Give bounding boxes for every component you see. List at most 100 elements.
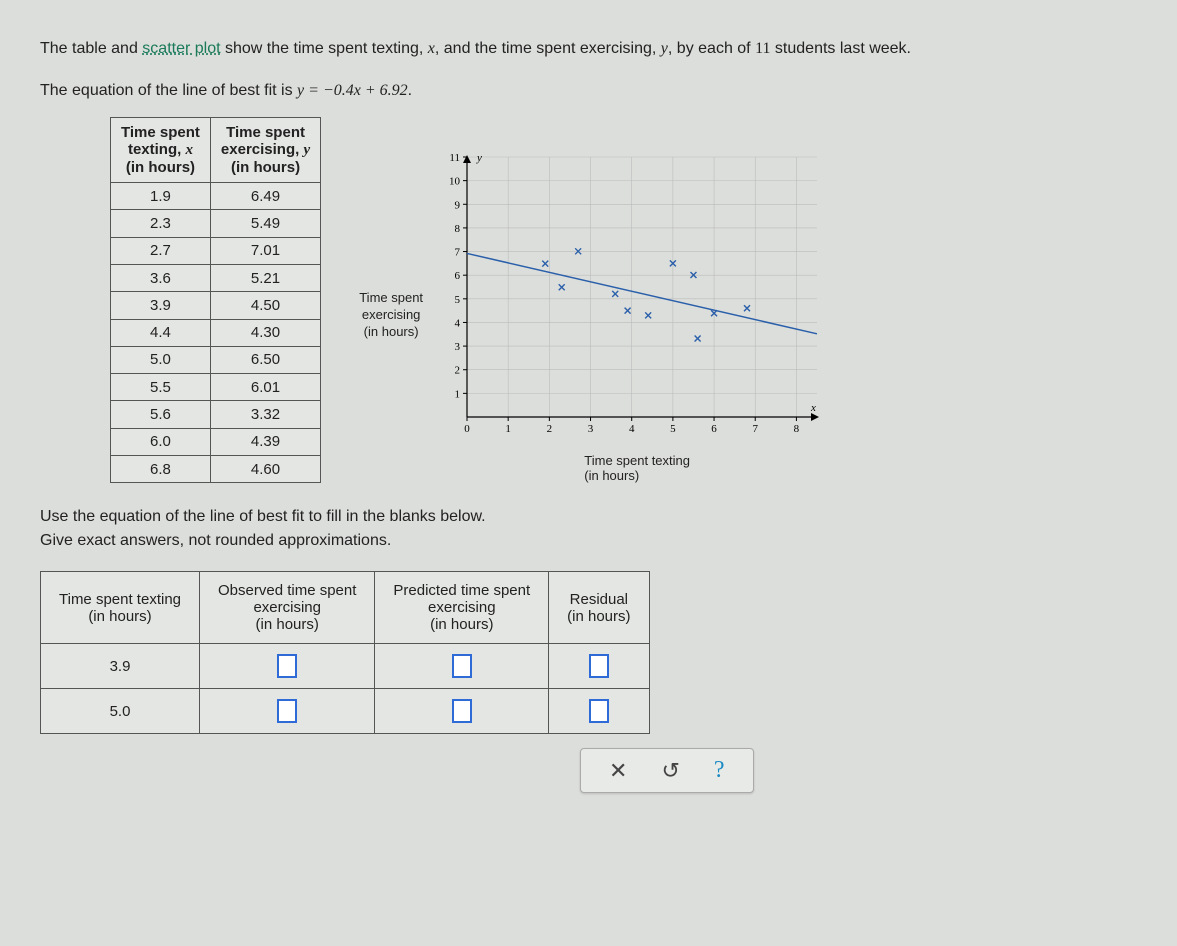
svg-text:1: 1 bbox=[506, 423, 512, 435]
table-row: 5.06.50 bbox=[111, 346, 321, 373]
cell-y: 4.50 bbox=[210, 292, 320, 319]
cell-x: 4.4 bbox=[111, 319, 211, 346]
text: The equation of the line of best fit is bbox=[40, 82, 297, 99]
cell-x: 3.9 bbox=[111, 292, 211, 319]
ans-x: 5.0 bbox=[41, 689, 200, 734]
cell-x: 1.9 bbox=[111, 183, 211, 210]
x-axis-label: Time spent texting (in hours) bbox=[584, 453, 690, 483]
table-row: 2.35.49 bbox=[111, 210, 321, 237]
table-row: 6.84.60 bbox=[111, 455, 321, 482]
answer-input[interactable] bbox=[277, 654, 297, 678]
answer-input[interactable] bbox=[589, 654, 609, 678]
svg-text:y: y bbox=[476, 152, 482, 164]
ans-x: 3.9 bbox=[41, 644, 200, 689]
chart-svg: 0123456781234567891011yx bbox=[437, 147, 837, 447]
table-row: 3.94.50 bbox=[111, 292, 321, 319]
answer-input[interactable] bbox=[589, 699, 609, 723]
col-header-x: Time spent texting, x (in hours) bbox=[111, 118, 211, 183]
svg-text:7: 7 bbox=[455, 247, 461, 259]
cell-x: 5.0 bbox=[111, 346, 211, 373]
cell-y: 4.30 bbox=[210, 319, 320, 346]
text: Give exact answers, not rounded approxim… bbox=[40, 532, 391, 549]
text: Time spent bbox=[121, 124, 200, 141]
svg-text:7: 7 bbox=[753, 423, 759, 435]
svg-text:x: x bbox=[810, 402, 816, 414]
svg-text:11: 11 bbox=[450, 152, 461, 164]
cell-x: 2.3 bbox=[111, 210, 211, 237]
table-row: 3.65.21 bbox=[111, 264, 321, 291]
ans-blank-cell bbox=[200, 689, 375, 734]
var: y bbox=[303, 142, 310, 158]
data-table: Time spent texting, x (in hours) Time sp… bbox=[110, 117, 321, 483]
svg-text:1: 1 bbox=[455, 389, 461, 401]
text: (in hours) bbox=[126, 159, 195, 176]
answer-input[interactable] bbox=[452, 699, 472, 723]
clear-button[interactable]: ✕ bbox=[609, 758, 627, 784]
cell-x: 6.0 bbox=[111, 428, 211, 455]
cell-y: 5.49 bbox=[210, 210, 320, 237]
svg-text:5: 5 bbox=[455, 294, 461, 306]
cell-y: 7.01 bbox=[210, 237, 320, 264]
ans-blank-cell bbox=[375, 644, 549, 689]
table-row: 5.56.01 bbox=[111, 374, 321, 401]
intro-line-2: The equation of the line of best fit is … bbox=[40, 78, 1137, 104]
cell-x: 5.5 bbox=[111, 374, 211, 401]
table-row: 5.0 bbox=[41, 689, 650, 734]
svg-text:3: 3 bbox=[455, 341, 461, 353]
text: texting, bbox=[128, 141, 186, 158]
table-row: 6.04.39 bbox=[111, 428, 321, 455]
svg-text:2: 2 bbox=[547, 423, 553, 435]
text: . bbox=[408, 82, 412, 99]
svg-text:0: 0 bbox=[464, 423, 470, 435]
ans-h2: Observed time spent exercising (in hours… bbox=[200, 572, 375, 644]
table-row: 5.63.32 bbox=[111, 401, 321, 428]
reset-button[interactable]: ↺ bbox=[661, 758, 679, 784]
text: exercising, bbox=[221, 141, 304, 158]
toolbar: ✕ ↺ ? bbox=[580, 748, 754, 793]
svg-text:5: 5 bbox=[670, 423, 676, 435]
text: , by each of bbox=[668, 40, 755, 57]
cell-y: 6.50 bbox=[210, 346, 320, 373]
answer-input[interactable] bbox=[277, 699, 297, 723]
svg-text:4: 4 bbox=[455, 318, 461, 330]
equation: y = −0.4x + 6.92 bbox=[297, 82, 408, 99]
cell-x: 6.8 bbox=[111, 455, 211, 482]
svg-text:8: 8 bbox=[455, 223, 461, 235]
svg-text:2: 2 bbox=[455, 365, 461, 377]
cell-x: 2.7 bbox=[111, 237, 211, 264]
ans-blank-cell bbox=[200, 644, 375, 689]
text: students last week. bbox=[770, 40, 911, 57]
svg-text:9: 9 bbox=[455, 199, 461, 211]
var-y: y bbox=[661, 40, 668, 57]
ans-h1: Time spent texting (in hours) bbox=[41, 572, 200, 644]
cell-y: 5.21 bbox=[210, 264, 320, 291]
text: show the time spent texting, bbox=[221, 40, 428, 57]
svg-text:3: 3 bbox=[588, 423, 594, 435]
cell-y: 4.39 bbox=[210, 428, 320, 455]
var: x bbox=[185, 142, 193, 158]
table-row: 4.44.30 bbox=[111, 319, 321, 346]
help-button[interactable]: ? bbox=[714, 757, 725, 784]
y-axis-label: Time spent exercising (in hours) bbox=[351, 290, 431, 341]
cell-x: 3.6 bbox=[111, 264, 211, 291]
ans-blank-cell bbox=[549, 689, 649, 734]
table-row: 1.96.49 bbox=[111, 183, 321, 210]
table-row: 2.77.01 bbox=[111, 237, 321, 264]
text: The table and bbox=[40, 40, 142, 57]
var-x: x bbox=[428, 40, 435, 57]
cell-y: 4.60 bbox=[210, 455, 320, 482]
scatter-plot: Time spent exercising (in hours) 0 1 2 3 4 5 6… bbox=[351, 147, 837, 483]
cell-y: 6.01 bbox=[210, 374, 320, 401]
cell-y: 6.49 bbox=[210, 183, 320, 210]
scatter-plot-link[interactable]: scatter plot bbox=[142, 40, 220, 57]
svg-text:10: 10 bbox=[449, 176, 461, 188]
col-header-y: Time spent exercising, y (in hours) bbox=[210, 118, 320, 183]
cell-x: 5.6 bbox=[111, 401, 211, 428]
count: 11 bbox=[755, 40, 770, 57]
intro-line-1: The table and scatter plot show the time… bbox=[40, 36, 1137, 62]
text: Use the equation of the line of best fit… bbox=[40, 508, 486, 525]
ans-blank-cell bbox=[549, 644, 649, 689]
cell-y: 3.32 bbox=[210, 401, 320, 428]
answer-input[interactable] bbox=[452, 654, 472, 678]
svg-text:6: 6 bbox=[711, 423, 717, 435]
